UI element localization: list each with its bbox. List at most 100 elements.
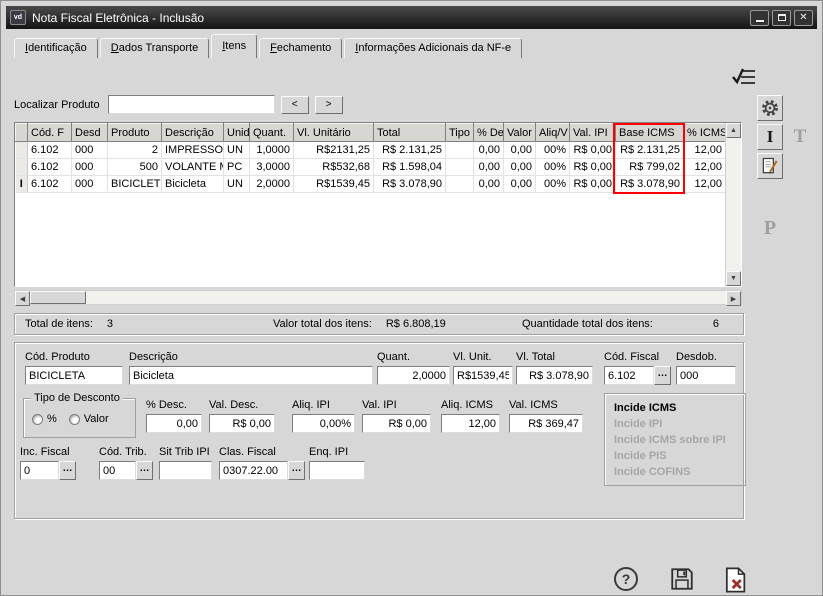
row-selector [16,142,28,159]
pct-desc-field[interactable] [146,414,202,433]
total-items-value: 3 [107,318,113,330]
cell: 2 [108,142,162,159]
cell-base-icms: R$ 2.131,25 [616,142,684,159]
grid-header[interactable]: % De [474,124,504,142]
vl-unit-field[interactable] [453,366,513,385]
maximize-button[interactable] [772,10,791,26]
document-x-icon [721,566,749,594]
cod-trib-lookup-button[interactable]: … [136,461,153,480]
item-detail-panel: Cód. Produto Descrição Quant. Vl. Unit. … [14,342,744,519]
window-title: Nota Fiscal Eletrônica - Inclusão [32,11,747,25]
cod-fiscal-field[interactable] [604,366,654,385]
help-button[interactable]: ? [612,565,640,593]
grid-header[interactable]: % ICMS [684,124,726,142]
cell: 0,00 [504,159,536,176]
inc-fiscal-lookup-button[interactable]: … [59,461,76,480]
val-icms-field[interactable] [509,414,583,433]
table-row-current[interactable]: I 6.102 000 BICICLET Bicicleta UN 2,0000… [16,176,726,193]
scrollbar-track[interactable] [30,291,726,304]
val-desc-field[interactable] [209,414,275,433]
cod-produto-field[interactable] [25,366,123,385]
enq-ipi-field[interactable] [309,461,365,480]
vl-total-field[interactable] [516,366,593,385]
minimize-button[interactable] [750,10,769,26]
previous-item-button[interactable]: < [281,96,309,114]
tab-fechamento[interactable]: Fechamento [259,38,342,58]
cell: R$532,68 [294,159,374,176]
cell: 500 [108,159,162,176]
cell: 3,0000 [250,159,294,176]
grid-header[interactable]: Desd [72,124,108,142]
scroll-left-button[interactable]: ◀ [15,291,30,306]
cod-trib-label: Cód. Trib. [99,446,153,458]
cell: 00% [536,142,570,159]
discount-value-radio[interactable]: Valor [69,413,109,425]
save-button[interactable] [668,565,696,593]
inc-fiscal-field[interactable] [20,461,59,480]
tab-informacoes-adicionais[interactable]: Informações Adicionais da NF-e [344,38,522,58]
vertical-scrollbar[interactable]: ▲ ▼ [725,123,741,286]
vl-unit-label: Vl. Unit. [453,351,513,363]
discount-percent-radio[interactable]: % [32,413,57,425]
cell [446,159,474,176]
edit-document-button[interactable] [757,153,783,179]
val-ipi-label: Val. IPI [362,399,431,411]
locate-product-input[interactable] [108,95,275,114]
cell: 12,00 [684,142,726,159]
cod-trib-field[interactable] [99,461,136,480]
grid-header[interactable]: Descrição [162,124,224,142]
table-row[interactable]: 6.102 000 2 IMPRESSOR UN 1,0000 R$2131,2… [16,142,726,159]
cell: R$ 0,00 [570,142,616,159]
tax-incidence-panel: Incide ICMS Incide IPI Incide ICMS sobre… [604,393,746,486]
grid-header[interactable]: Val. IPI [570,124,616,142]
tab-itens[interactable]: Itens [211,34,257,58]
aliq-ipi-label: Aliq. IPI [292,399,355,411]
grid-header[interactable]: Tipo [446,124,474,142]
cell: 0,00 [504,176,536,193]
total-value-label: Valor total dos itens: [273,318,372,330]
mark-items-button[interactable] [728,61,760,93]
grid-header[interactable]: Valor [504,124,536,142]
clas-fiscal-lookup-button[interactable]: … [288,461,305,480]
grid-header[interactable]: Unid [224,124,250,142]
cell [446,176,474,193]
grid-header[interactable]: Aliq/V [536,124,570,142]
grid-header[interactable]: Vl. Unitário [294,124,374,142]
next-item-button[interactable]: > [315,96,343,114]
cod-fiscal-lookup-button[interactable]: … [654,366,671,385]
incide-cofins-item: Incide COFINS [614,464,736,480]
cell: 0,00 [504,142,536,159]
cell: 12,00 [684,159,726,176]
title-bar[interactable]: vd Nota Fiscal Eletrônica - Inclusão ✕ [6,6,817,29]
horizontal-scrollbar[interactable]: ◀ ▶ [14,290,742,305]
close-button[interactable]: ✕ [794,10,813,26]
clas-fiscal-field[interactable] [219,461,288,480]
scroll-up-button[interactable]: ▲ [726,123,741,138]
table-row[interactable]: 6.102 000 500 VOLANTE M PC 3,0000 R$532,… [16,159,726,176]
locate-product-label: Localizar Produto [14,99,100,111]
cancel-button[interactable] [720,565,750,595]
tab-identificacao[interactable]: Identificação [14,38,98,58]
settings-button[interactable] [757,95,783,121]
grid-header[interactable]: Produto [108,124,162,142]
grid-header[interactable]: Total [374,124,446,142]
sit-trib-ipi-field[interactable] [159,461,212,480]
italic-button[interactable]: I [757,124,783,150]
grid-header[interactable]: Cód. F [28,124,72,142]
tab-dados-transporte[interactable]: Dados Transporte [100,38,209,58]
descricao-field[interactable] [129,366,373,385]
discount-percent-label: % [47,413,57,425]
desdob-field[interactable] [676,366,736,385]
val-ipi-field[interactable] [362,414,431,433]
grid-header-base-icms[interactable]: Base ICMS [616,124,684,142]
aliq-icms-field[interactable] [441,414,500,433]
scroll-right-button[interactable]: ▶ [726,291,741,306]
scrollbar-thumb[interactable] [30,291,86,304]
enq-ipi-label: Enq. IPI [309,446,365,458]
aliq-ipi-field[interactable] [292,414,355,433]
sit-trib-ipi-label: Sit Trib IPI [159,446,212,458]
quant-field[interactable] [377,366,450,385]
grid-header[interactable]: Quant. [250,124,294,142]
scroll-down-button[interactable]: ▼ [726,271,741,286]
cell: 00% [536,176,570,193]
